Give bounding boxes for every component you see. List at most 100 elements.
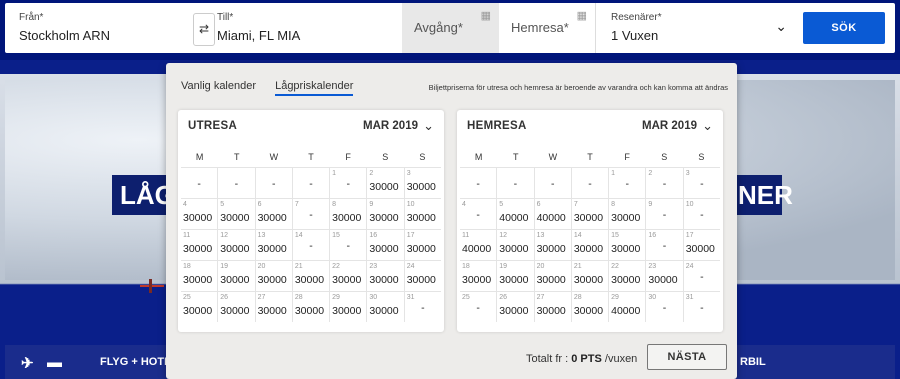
day-cell[interactable]: 20 30000 xyxy=(533,261,571,291)
day-cell[interactable]: 25 30000 xyxy=(181,292,217,322)
day-number: 14 xyxy=(294,232,303,239)
day-cell[interactable]: 18 30000 xyxy=(181,261,217,291)
day-cell[interactable]: 5 30000 xyxy=(217,199,254,229)
search-button[interactable]: SÖK xyxy=(803,12,885,44)
day-cell[interactable]: 13 30000 xyxy=(533,230,571,260)
chevron-down-icon[interactable]: ⌄ xyxy=(702,118,713,134)
day-cell[interactable]: 15 30000 xyxy=(608,230,645,260)
day-number: 31 xyxy=(406,294,415,301)
day-cell[interactable]: 30 30000 xyxy=(366,292,403,322)
day-price: - xyxy=(271,178,276,190)
day-cell[interactable]: 22 30000 xyxy=(329,261,366,291)
day-cell: 31- xyxy=(682,292,720,322)
day-cell[interactable]: 2 30000 xyxy=(366,168,403,198)
day-cell[interactable]: 27 30000 xyxy=(254,292,292,322)
day-cell[interactable]: 4 30000 xyxy=(181,199,217,229)
day-number: 22 xyxy=(332,263,340,270)
day-price: 30000 xyxy=(573,243,604,255)
day-cell[interactable]: 6 40000 xyxy=(533,199,571,229)
day-price: - xyxy=(309,178,313,190)
nav-rental-car[interactable]: RBIL xyxy=(740,356,766,368)
inbound-month[interactable]: MAR 2019 xyxy=(642,120,697,132)
day-cell[interactable]: 28 30000 xyxy=(570,292,608,322)
day-number: 3 xyxy=(406,170,411,177)
day-price: 30000 xyxy=(406,274,436,286)
day-cell[interactable]: 16 30000 xyxy=(366,230,403,260)
day-cell[interactable]: 11 30000 xyxy=(181,230,217,260)
day-cell[interactable]: 27 30000 xyxy=(533,292,571,322)
day-price: 30000 xyxy=(499,305,529,317)
day-cell[interactable]: 17 30000 xyxy=(682,230,720,260)
day-cell[interactable]: 5 40000 xyxy=(496,199,533,229)
day-cell[interactable]: 19 30000 xyxy=(496,261,533,291)
from-value[interactable]: Stockholm ARN xyxy=(19,28,110,43)
passengers-select[interactable]: Resenärer* 1 Vuxen ⌄ xyxy=(597,3,797,53)
day-price: 30000 xyxy=(332,274,362,286)
return-field[interactable]: Hemresa* ▦ xyxy=(499,3,596,53)
day-cell[interactable]: 18 30000 xyxy=(460,261,496,291)
chevron-down-icon[interactable]: ⌄ xyxy=(775,18,787,35)
day-number: 15 xyxy=(332,232,340,239)
passengers-value[interactable]: 1 Vuxen xyxy=(611,28,658,43)
to-field[interactable]: Till* Miami, FL MIA xyxy=(203,3,403,53)
day-price: 30000 xyxy=(648,274,678,286)
to-value[interactable]: Miami, FL MIA xyxy=(217,28,300,43)
day-cell[interactable]: 28 30000 xyxy=(291,292,329,322)
day-price: 30000 xyxy=(220,305,250,317)
day-cell[interactable]: 3 30000 xyxy=(403,168,441,198)
day-price: 30000 xyxy=(220,212,250,224)
day-cell[interactable]: 21 30000 xyxy=(570,261,608,291)
weekday-label: T xyxy=(587,152,593,162)
day-price: 30000 xyxy=(611,274,641,286)
tab-lowfare-calendar[interactable]: Lågpriskalender xyxy=(275,80,354,96)
day-cell[interactable]: 21 30000 xyxy=(291,261,329,291)
day-cell[interactable]: 12 30000 xyxy=(217,230,254,260)
day-cell: 14- xyxy=(291,230,329,260)
day-cell[interactable]: 23 30000 xyxy=(645,261,682,291)
day-cell[interactable]: 29 30000 xyxy=(329,292,366,322)
day-number: 7 xyxy=(294,201,299,208)
tab-regular-calendar[interactable]: Vanlig kalender xyxy=(181,80,256,94)
day-cell[interactable]: 11 40000 xyxy=(460,230,496,260)
day-cell[interactable]: 14 30000 xyxy=(570,230,608,260)
day-number: 9 xyxy=(369,201,374,208)
day-cell[interactable]: 17 30000 xyxy=(403,230,441,260)
total-price: Totalt fr : 0 PTS /vuxen xyxy=(526,353,637,365)
calendar-tabs: Vanlig kalender Lågpriskalender xyxy=(181,80,369,96)
day-price: - xyxy=(476,209,480,221)
from-field[interactable]: Från* Stockholm ARN xyxy=(5,3,190,53)
day-cell[interactable]: 26 30000 xyxy=(217,292,254,322)
day-number: 5 xyxy=(499,201,504,208)
chevron-down-icon[interactable]: ⌄ xyxy=(423,118,434,134)
day-cell[interactable]: 8 30000 xyxy=(329,199,366,229)
day-cell[interactable]: 12 30000 xyxy=(496,230,533,260)
day-cell[interactable]: 7 30000 xyxy=(570,199,608,229)
day-price: 30000 xyxy=(685,243,715,255)
day-cell[interactable]: 13 30000 xyxy=(254,230,292,260)
day-cell[interactable]: 23 30000 xyxy=(366,261,403,291)
day-cell[interactable]: 29 40000 xyxy=(608,292,645,322)
day-cell[interactable]: 10 30000 xyxy=(403,199,441,229)
day-cell[interactable]: 6 30000 xyxy=(254,199,292,229)
total-value: 0 PTS xyxy=(571,353,602,365)
nav-flight-hotel[interactable]: FLYG + HOTE xyxy=(100,356,171,368)
day-cell[interactable]: 19 30000 xyxy=(217,261,254,291)
outbound-month[interactable]: MAR 2019 xyxy=(363,120,418,132)
day-cell[interactable]: 8 30000 xyxy=(608,199,645,229)
next-button[interactable]: NÄSTA xyxy=(647,344,727,370)
day-cell: 9- xyxy=(645,199,682,229)
day-cell[interactable]: 9 30000 xyxy=(366,199,403,229)
day-price: 30000 xyxy=(499,274,529,286)
day-cell[interactable]: 26 30000 xyxy=(496,292,533,322)
day-price: 30000 xyxy=(294,274,325,286)
day-number: 25 xyxy=(183,294,191,301)
day-number: 20 xyxy=(257,263,266,270)
day-number: 13 xyxy=(257,232,266,239)
day-cell[interactable]: 24 30000 xyxy=(403,261,441,291)
day-price: 30000 xyxy=(406,212,436,224)
departure-field[interactable]: Avgång* ▦ xyxy=(402,3,499,53)
outbound-title: UTRESA xyxy=(188,120,238,132)
day-cell[interactable]: 22 30000 xyxy=(608,261,645,291)
day-cell[interactable]: 20 30000 xyxy=(254,261,292,291)
day-number: 27 xyxy=(257,294,266,301)
